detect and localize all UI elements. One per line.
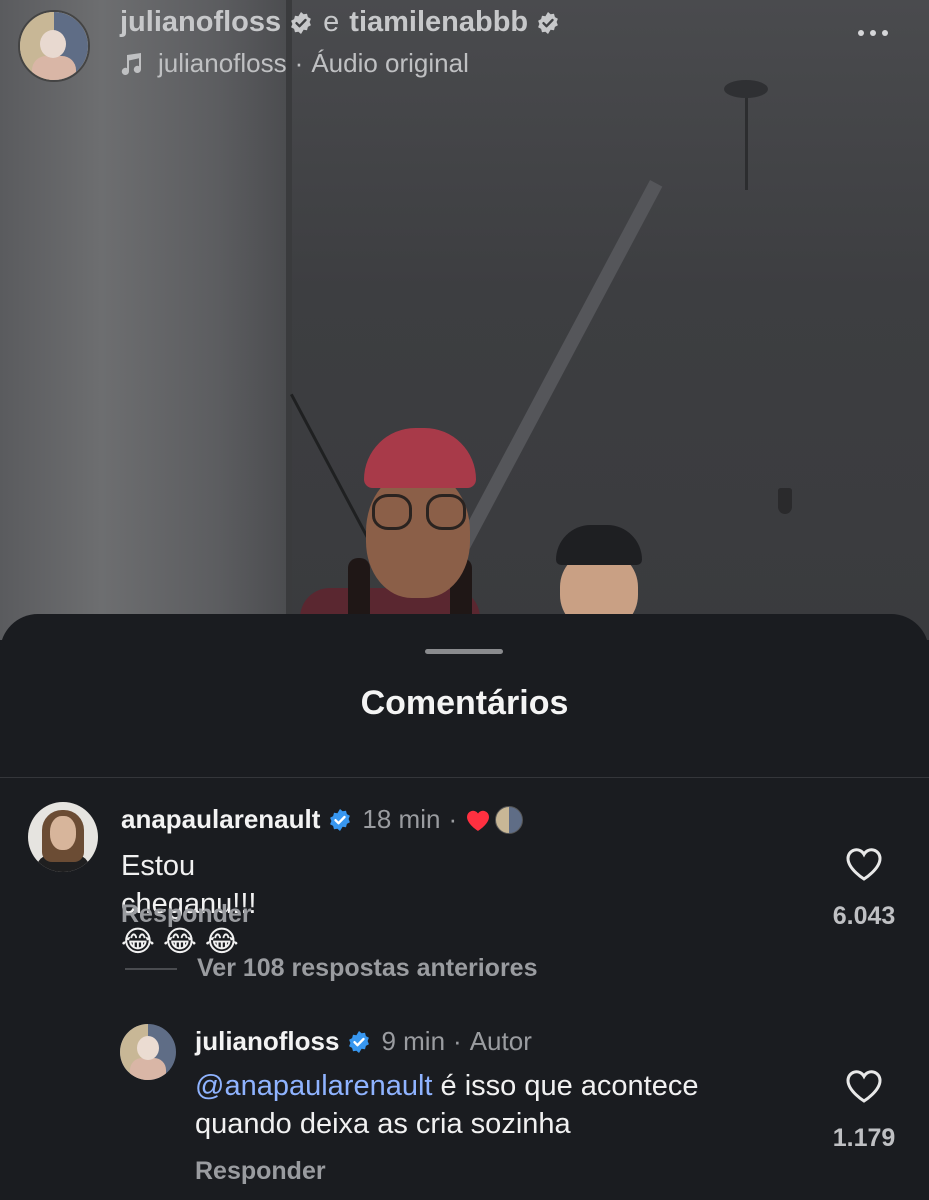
author-badge: Autor [469, 1026, 532, 1056]
mention-link[interactable]: @anapaularenault [195, 1070, 432, 1102]
audio-author: julianofloss [158, 48, 287, 78]
reply-meta: julianofloss 9 min · Autor [195, 1026, 532, 1057]
more-dot-icon [882, 30, 888, 36]
more-options-button[interactable] [858, 30, 888, 36]
like-count: 6.043 [832, 902, 896, 930]
video-pillar [0, 0, 290, 640]
audio-separator: · [294, 48, 304, 78]
verified-icon [330, 808, 351, 831]
comment-meta: anapaularenault 18 min · [121, 804, 524, 835]
video-person-right [552, 525, 647, 631]
reel-header: julianofloss e tiamilenabbb julianofloss… [0, 0, 929, 90]
verified-icon [349, 1030, 370, 1053]
reply-text-line2: quando deixa as cria sozinha [195, 1108, 571, 1140]
audio-label: Áudio original [311, 48, 469, 78]
more-dot-icon [858, 30, 864, 36]
reply-time: 9 min [381, 1026, 446, 1056]
author-avatar[interactable] [18, 10, 90, 82]
reel-authors: julianofloss e tiamilenabbb [120, 6, 560, 39]
reply-button[interactable]: Responder [121, 900, 252, 929]
reply-text-line1: é isso que acontece [432, 1070, 699, 1102]
reply-username[interactable]: julianofloss [195, 1026, 339, 1057]
music-note-icon [121, 52, 142, 75]
author-secondary-link[interactable]: tiamilenabbb [349, 6, 528, 39]
sheet-drag-handle[interactable] [425, 649, 503, 654]
comment-username[interactable]: anapaularenault [121, 804, 320, 835]
author-conjunction: e [323, 6, 340, 38]
replier-avatar[interactable] [120, 1024, 176, 1080]
audio-link[interactable]: julianofloss · Áudio original [120, 48, 469, 79]
creator-liked-heart-icon [467, 810, 490, 831]
verified-icon [291, 11, 312, 34]
author-primary-link[interactable]: julianofloss [120, 6, 281, 39]
comment-time: 18 min [362, 804, 441, 834]
video-bulb [778, 488, 792, 514]
like-count: 1.179 [832, 1124, 896, 1152]
sheet-title: Comentários [360, 684, 569, 722]
video-light-wire [745, 90, 748, 190]
comment-separator: · [448, 804, 458, 834]
video-person-left [300, 428, 480, 640]
reel-video[interactable] [0, 0, 929, 640]
reply-text: @anapaularenault é isso que acontece qua… [195, 1067, 795, 1143]
heart-icon[interactable] [844, 846, 884, 882]
reply-separator: · [453, 1026, 462, 1056]
video-pillar-edge [286, 0, 292, 640]
reply-button[interactable]: Responder [195, 1157, 326, 1186]
view-replies-label: Ver 108 respostas anteriores [197, 954, 538, 982]
comments-sheet: Comentários anapaularenault 18 min · Est… [0, 614, 929, 1200]
heart-icon[interactable] [844, 1068, 884, 1104]
divider [0, 777, 929, 778]
creator-mini-avatar [495, 805, 524, 834]
replies-line [125, 967, 177, 970]
more-dot-icon [870, 30, 876, 36]
verified-icon [538, 11, 559, 34]
view-replies-button[interactable]: Ver 108 respostas anteriores [125, 954, 537, 983]
commenter-avatar[interactable] [28, 802, 98, 872]
